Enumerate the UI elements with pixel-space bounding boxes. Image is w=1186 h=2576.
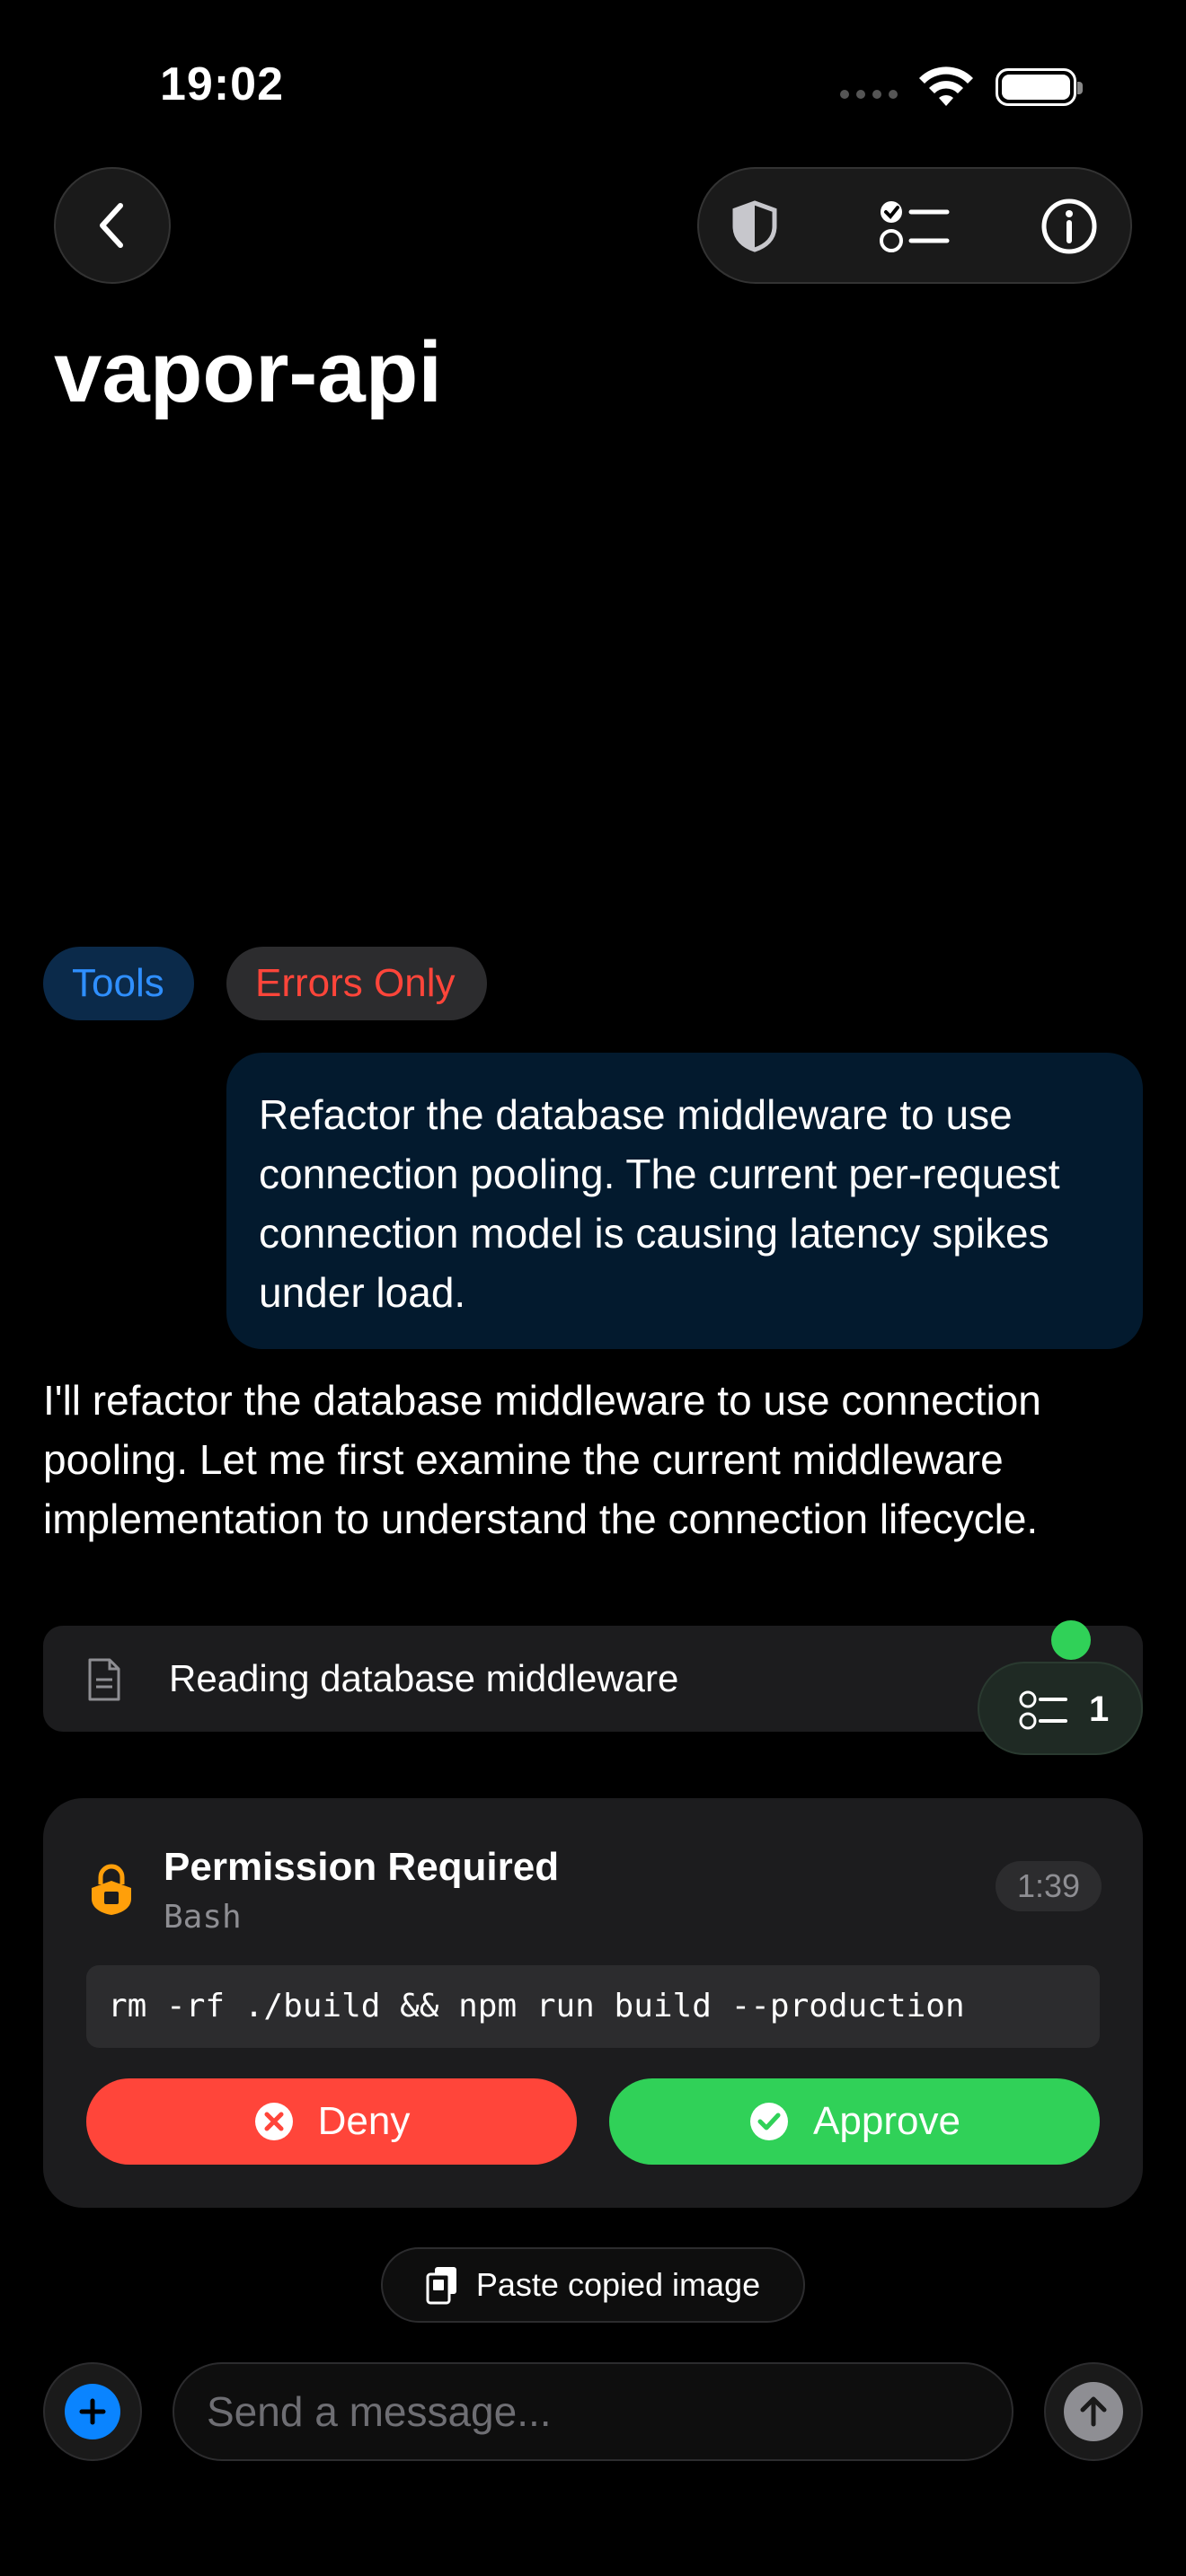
lock-icon	[92, 1864, 131, 1915]
deny-button[interactable]: Deny	[86, 2078, 577, 2165]
message-input[interactable]	[173, 2362, 1013, 2461]
arrow-up-icon	[1064, 2382, 1123, 2441]
checkmark-circle-icon	[750, 2103, 789, 2140]
tool-call-label: Reading database middleware	[169, 1657, 679, 1699]
send-button[interactable]	[1044, 2362, 1143, 2461]
user-message: Refactor the database middleware to use …	[226, 1053, 1143, 1349]
filter-chip-errors-only[interactable]: Errors Only	[226, 947, 487, 1020]
checklist-icon	[1019, 1690, 1067, 1730]
back-button[interactable]	[54, 167, 171, 284]
tool-status-indicator	[1051, 1620, 1091, 1660]
page-title: vapor-api	[54, 324, 443, 420]
signal-icon	[840, 90, 898, 99]
header-toolbar	[697, 167, 1132, 284]
task-count: 1	[1089, 1689, 1110, 1729]
checklist-icon[interactable]	[877, 198, 952, 255]
approve-button-label: Approve	[813, 2099, 960, 2143]
assistant-message: I'll refactor the database middleware to…	[43, 1377, 1041, 1542]
status-time: 19:02	[160, 58, 284, 110]
document-icon	[88, 1658, 120, 1701]
wifi-icon	[919, 66, 973, 106]
add-attachment-button[interactable]	[43, 2362, 142, 2461]
paste-image-label: Paste copied image	[475, 2266, 761, 2303]
permission-title: Permission Required	[164, 1845, 560, 1889]
battery-icon	[996, 68, 1083, 106]
deny-button-label: Deny	[317, 2099, 411, 2143]
task-list-button[interactable]: 1	[978, 1662, 1143, 1755]
permission-tool-name: Bash	[164, 1899, 242, 1936]
clipboard-icon	[426, 2267, 456, 2305]
chevron-left-icon	[100, 203, 123, 248]
permission-card: Permission Required Bash 1:39 rm -rf ./b…	[43, 1798, 1143, 2208]
permission-timer: 1:39	[996, 1861, 1102, 1911]
shield-icon[interactable]	[726, 198, 783, 255]
plus-icon	[65, 2384, 120, 2439]
info-icon[interactable]	[1040, 198, 1098, 255]
filter-chip-tools[interactable]: Tools	[43, 947, 194, 1020]
paste-image-button[interactable]: Paste copied image	[381, 2247, 805, 2323]
x-circle-icon	[254, 2103, 293, 2140]
permission-command: rm -rf ./build && npm run build --produc…	[86, 1965, 1100, 2048]
approve-button[interactable]: Approve	[609, 2078, 1100, 2165]
